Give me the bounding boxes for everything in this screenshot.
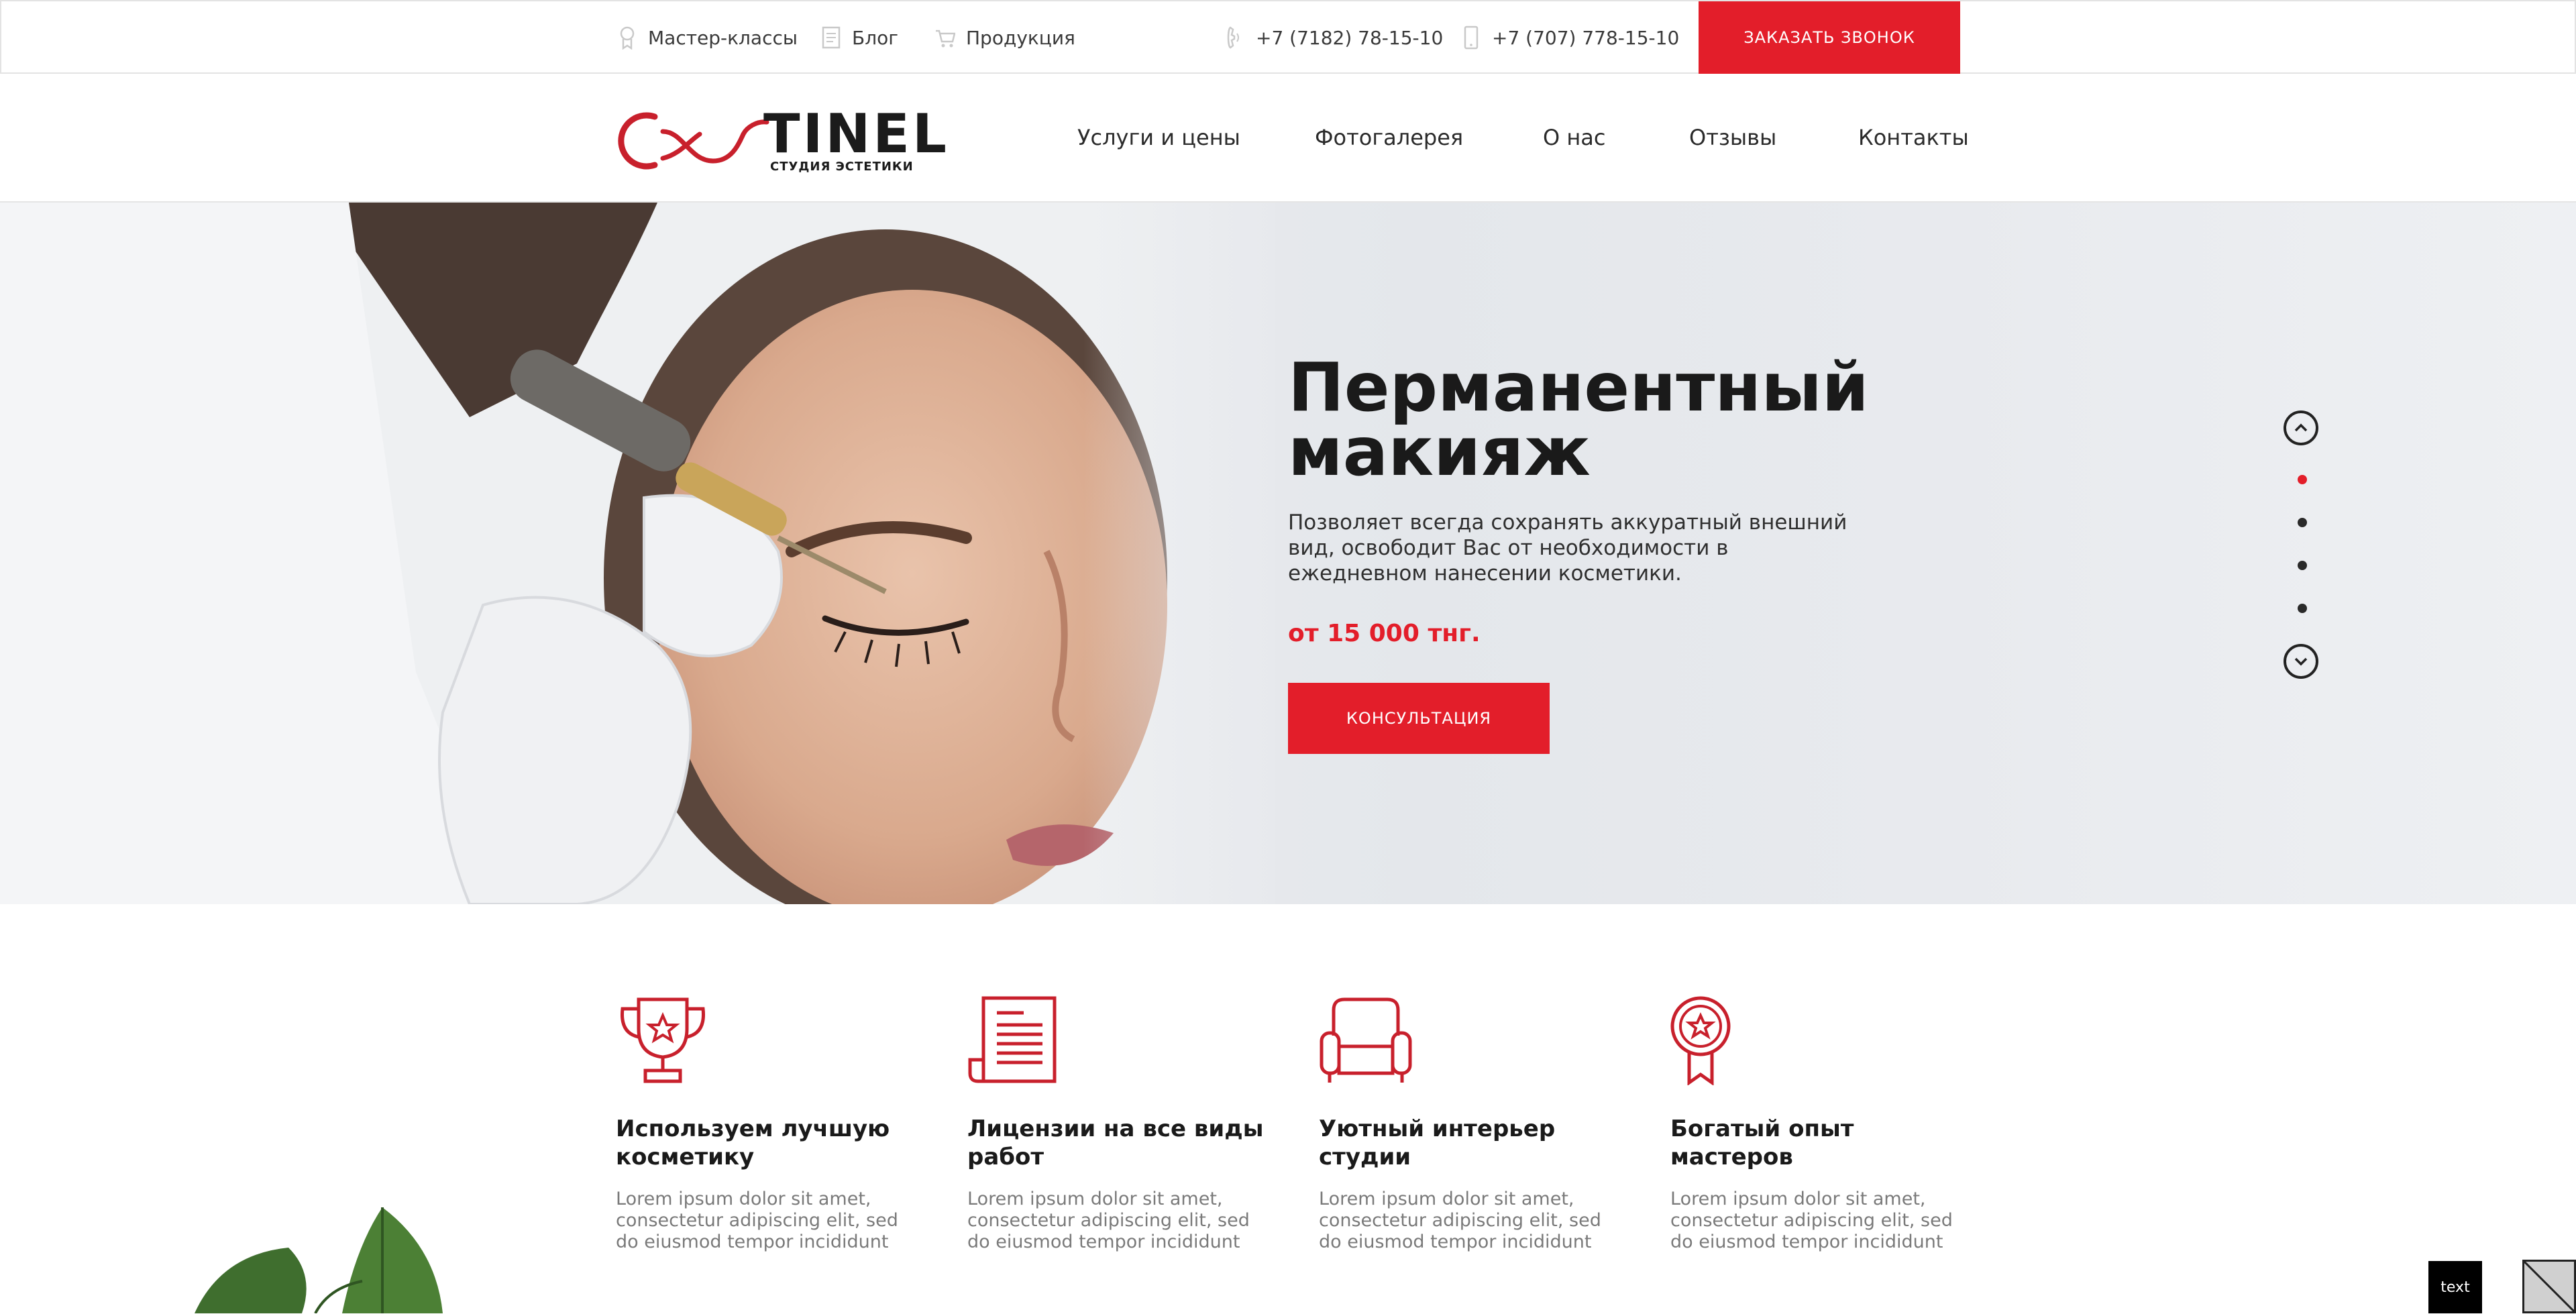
logo[interactable]: TINEL СТУДИЯ ЭСТЕТИКИ [616, 107, 947, 174]
hero-price: от 15 000 тнг. [1288, 620, 1481, 647]
nav-item-gallery[interactable]: Фотогалерея [1315, 125, 1463, 150]
slider-dot-2[interactable] [2298, 518, 2307, 527]
top-link-label: Мастер-классы [648, 26, 798, 49]
feature-text: Lorem ipsum dolor sit amet, consectetur … [616, 1189, 898, 1252]
cart-icon [936, 30, 955, 48]
logo-subtitle: СТУДИЯ ЭСТЕТИКИ [770, 160, 914, 174]
feature-title: Лицензии на все виды работ [967, 1115, 1264, 1170]
corner-widget[interactable] [2522, 1260, 2576, 1313]
feature-card: Богатый опыт мастеров Lorem ipsum dolor … [1670, 995, 1979, 1253]
phone-link-1[interactable]: +7 (7182) 78-15-10 [1225, 24, 1443, 51]
trophy-icon [621, 997, 705, 1083]
phone-number: +7 (707) 778-15-10 [1492, 26, 1680, 49]
top-link-label: Продукция [966, 26, 1075, 49]
master-class-icon [620, 26, 635, 50]
logo-mark-icon [618, 112, 769, 170]
feature-text: Lorem ipsum dolor sit amet, consectetur … [1670, 1189, 1953, 1252]
top-link-label: Блог [852, 26, 898, 49]
text-badge[interactable]: text [2428, 1261, 2482, 1313]
blog-icon [822, 26, 841, 49]
nav-item-contacts[interactable]: Контакты [1858, 125, 1969, 150]
hero-description: Позволяет всегда сохранять аккуратный вн… [1288, 510, 1847, 586]
corner-diagonal-icon [2523, 1260, 2575, 1313]
feature-card: Лицензии на все виды работ Lorem ipsum d… [967, 995, 1276, 1253]
top-link-products[interactable]: Продукция [935, 24, 1075, 51]
nav-item-services[interactable]: Услуги и цены [1077, 125, 1240, 150]
chevron-down-icon [2294, 657, 2308, 666]
award-medal-icon [1670, 996, 1731, 1086]
armchair-icon [1320, 997, 1412, 1083]
feature-title: Богатый опыт мастеров [1670, 1115, 1854, 1170]
feature-card: Уютный интерьер студии Lorem ipsum dolor… [1319, 995, 1627, 1253]
license-document-icon [968, 996, 1057, 1083]
logo-text: TINEL [763, 103, 949, 165]
nav-item-reviews[interactable]: Отзывы [1689, 125, 1776, 150]
mobile-phone-icon [1464, 25, 1479, 50]
top-link-master-classes[interactable]: Мастер-классы [617, 24, 798, 51]
slider-prev-button[interactable] [2284, 410, 2318, 445]
hero-slider: Перманентный макияж Позволяет всегда сох… [0, 203, 2576, 904]
consultation-button[interactable]: КОНСУЛЬТАЦИЯ [1288, 683, 1550, 754]
feature-text: Lorem ipsum dolor sit amet, consectetur … [1319, 1189, 1601, 1252]
order-call-button[interactable]: ЗАКАЗАТЬ ЗВОНОК [1699, 1, 1960, 74]
slider-dot-4[interactable] [2298, 604, 2307, 613]
hero-image [0, 203, 1275, 904]
feature-card: Используем лучшую косметику Lorem ipsum … [616, 995, 924, 1253]
slider-dot-3[interactable] [2298, 561, 2307, 570]
feature-title: Уютный интерьер студии [1319, 1115, 1556, 1170]
chevron-up-icon [2294, 423, 2308, 432]
feature-text: Lorem ipsum dolor sit amet, consectetur … [967, 1189, 1250, 1252]
slider-dot-1[interactable] [2298, 475, 2307, 484]
slider-next-button[interactable] [2284, 644, 2318, 679]
phone-number: +7 (7182) 78-15-10 [1256, 26, 1444, 49]
nav-item-about[interactable]: О нас [1543, 125, 1605, 150]
phone-link-2[interactable]: +7 (707) 778-15-10 [1461, 24, 1679, 51]
top-link-blog[interactable]: Блог [821, 24, 898, 51]
leaf-decoration [195, 1207, 443, 1313]
hero-title: Перманентный макияж [1288, 348, 1869, 491]
feature-title: Используем лучшую косметику [616, 1115, 890, 1170]
top-bar: Мастер-классы Блог Продукция +7 (7182) 7… [0, 0, 2576, 74]
phone-icon [1227, 26, 1239, 49]
main-nav-bar: TINEL СТУДИЯ ЭСТЕТИКИ Услуги и цены Фото… [0, 74, 2576, 203]
